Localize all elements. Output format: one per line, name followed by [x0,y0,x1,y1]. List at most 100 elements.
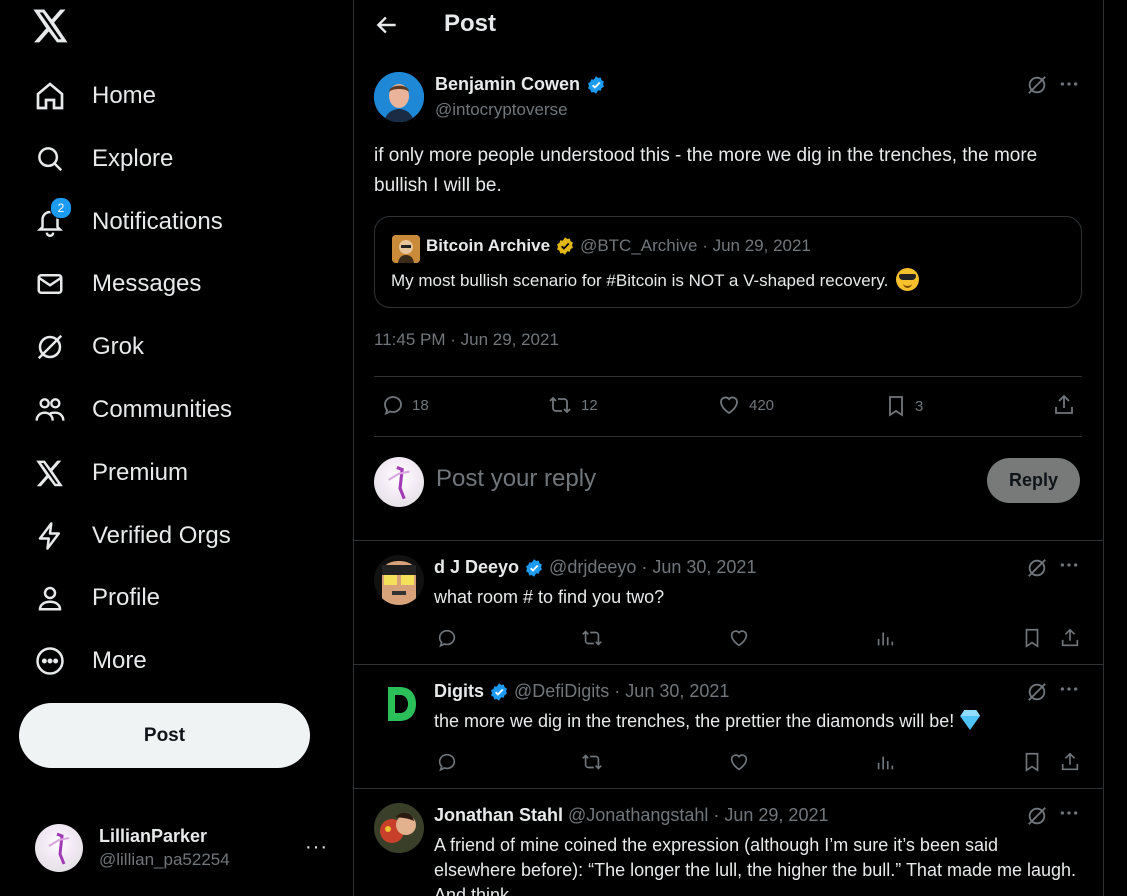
reply-text-row: the more we dig in the trenches, the pre… [434,709,1084,734]
nav-messages[interactable]: Messages [33,260,201,308]
x-logo-icon[interactable] [33,9,71,47]
heart-icon[interactable] [728,751,750,773]
repost-icon [549,396,571,414]
reply-header: Digits @DefiDigits · Jun 30, 2021 [434,681,729,702]
avatar [35,824,83,872]
avatar [374,457,424,507]
nav-label: More [92,647,147,674]
nav-verified-orgs[interactable]: Verified Orgs [33,512,231,560]
more-icon[interactable]: ··· [305,836,328,859]
nav-home[interactable]: Home [33,72,156,120]
more-circle-icon [33,644,67,678]
reply-action[interactable]: 18 [381,393,429,417]
reply-tweet[interactable]: d J Deeyo @drjdeeyo · Jun 30, 2021 what … [354,541,1103,664]
repost-action[interactable]: 12 [546,393,598,417]
share-action[interactable] [1052,393,1076,417]
reply-icon[interactable] [436,751,458,773]
quote-meta: @BTC_Archive · Jun 29, 2021 [580,236,811,255]
nav-profile[interactable]: Profile [33,574,160,622]
divider [374,436,1082,437]
page-title: Post [444,10,497,37]
reply-button[interactable]: Reply [987,458,1080,503]
bell-icon: 2 [33,197,72,239]
reply-author: Digits [434,681,485,701]
nav-grok[interactable]: Grok [33,323,144,371]
reply-input[interactable]: Post your reply [436,465,596,493]
reply-author: Jonathan Stahl [434,805,564,825]
bookmark-action[interactable]: 3 [884,393,923,419]
home-icon [33,79,67,113]
communities-icon [33,393,67,427]
reply-author: d J Deeyo [434,557,520,577]
nav-label: Verified Orgs [92,522,231,549]
bookmark-icon [889,396,903,417]
divider [374,376,1082,377]
like-action[interactable]: 420 [716,393,774,417]
bookmark-icon[interactable] [1021,627,1043,649]
nav-communities[interactable]: Communities [33,386,232,434]
post-button[interactable]: Post [19,703,310,768]
nav-label: Notifications [92,208,223,235]
analytics-icon[interactable] [874,751,896,773]
grok-icon [33,330,67,364]
nav-label: Profile [92,584,161,611]
nav-explore[interactable]: Explore [33,135,173,183]
search-icon [33,142,67,176]
grok-icon[interactable] [1026,805,1048,827]
repost-icon[interactable] [579,627,605,649]
heart-icon [720,396,738,415]
share-icon[interactable] [1059,627,1081,649]
quote-author: Bitcoin Archive [426,236,551,255]
reply-count: 18 [412,396,429,414]
nav-label: Communities [92,396,233,423]
x-logo-icon [33,456,67,490]
verified-badge-icon [588,75,604,94]
grok-icon[interactable] [1026,557,1048,579]
nav-label: Grok [92,333,145,360]
nav-more[interactable]: More [33,637,147,685]
more-icon[interactable] [1059,803,1079,823]
back-arrow-icon[interactable] [374,12,402,40]
reply-tweet[interactable]: Jonathan Stahl @Jonathangstahl · Jun 29,… [354,789,1103,896]
tweet-timestamp[interactable]: 11:45 PM · Jun 29, 2021 [374,330,559,350]
reply-meta: @DefiDigits · Jun 30, 2021 [514,681,730,701]
grok-icon[interactable] [1026,681,1048,703]
reply-tweet[interactable]: Digits @DefiDigits · Jun 30, 2021 the mo… [354,665,1103,788]
bookmark-icon[interactable] [1021,751,1043,773]
mail-icon [33,267,67,301]
nav-label: Explore [92,145,174,172]
heart-icon[interactable] [728,627,750,649]
avatar[interactable] [374,72,424,122]
nav-premium[interactable]: Premium [33,449,188,497]
verified-badge-icon [526,558,542,577]
reply-icon [384,396,402,416]
repost-icon[interactable] [579,751,605,773]
account-switcher[interactable]: LillianParker @lillian_pa52254 ··· [35,822,335,874]
reply-header: d J Deeyo @drjdeeyo · Jun 30, 2021 [434,557,756,578]
more-icon[interactable] [1059,74,1079,94]
account-name: LillianParker [99,826,208,846]
reply-icon[interactable] [436,627,458,649]
more-icon[interactable] [1059,555,1079,575]
sidebar: Home Explore 2 Notifications Messages Gr… [0,0,353,896]
author-handle[interactable]: @intocryptoverse [435,100,568,120]
gem-emoji-icon [960,716,981,730]
nav-label: Premium [92,459,189,486]
grok-icon[interactable] [1026,74,1048,96]
reply-actions [434,751,1084,775]
verified-badge-icon [491,682,507,701]
share-icon[interactable] [1059,751,1081,773]
quote-text-row: My most bullish scenario for #Bitcoin is… [391,268,920,291]
repost-count: 12 [581,396,598,414]
quoted-tweet[interactable]: Bitcoin Archive @BTC_Archive · Jun 29, 2… [374,216,1082,308]
person-icon [33,581,67,615]
lightning-icon [33,519,67,553]
reply-text: the more we dig in the trenches, the pre… [434,711,955,731]
analytics-icon[interactable] [874,627,896,649]
page-header: Post [354,0,1103,52]
nav-label: Messages [92,270,202,297]
more-icon[interactable] [1059,679,1079,699]
avatar [374,679,424,729]
nav-notifications[interactable]: 2 Notifications [33,197,223,246]
author-name-row[interactable]: Benjamin Cowen [435,74,606,95]
